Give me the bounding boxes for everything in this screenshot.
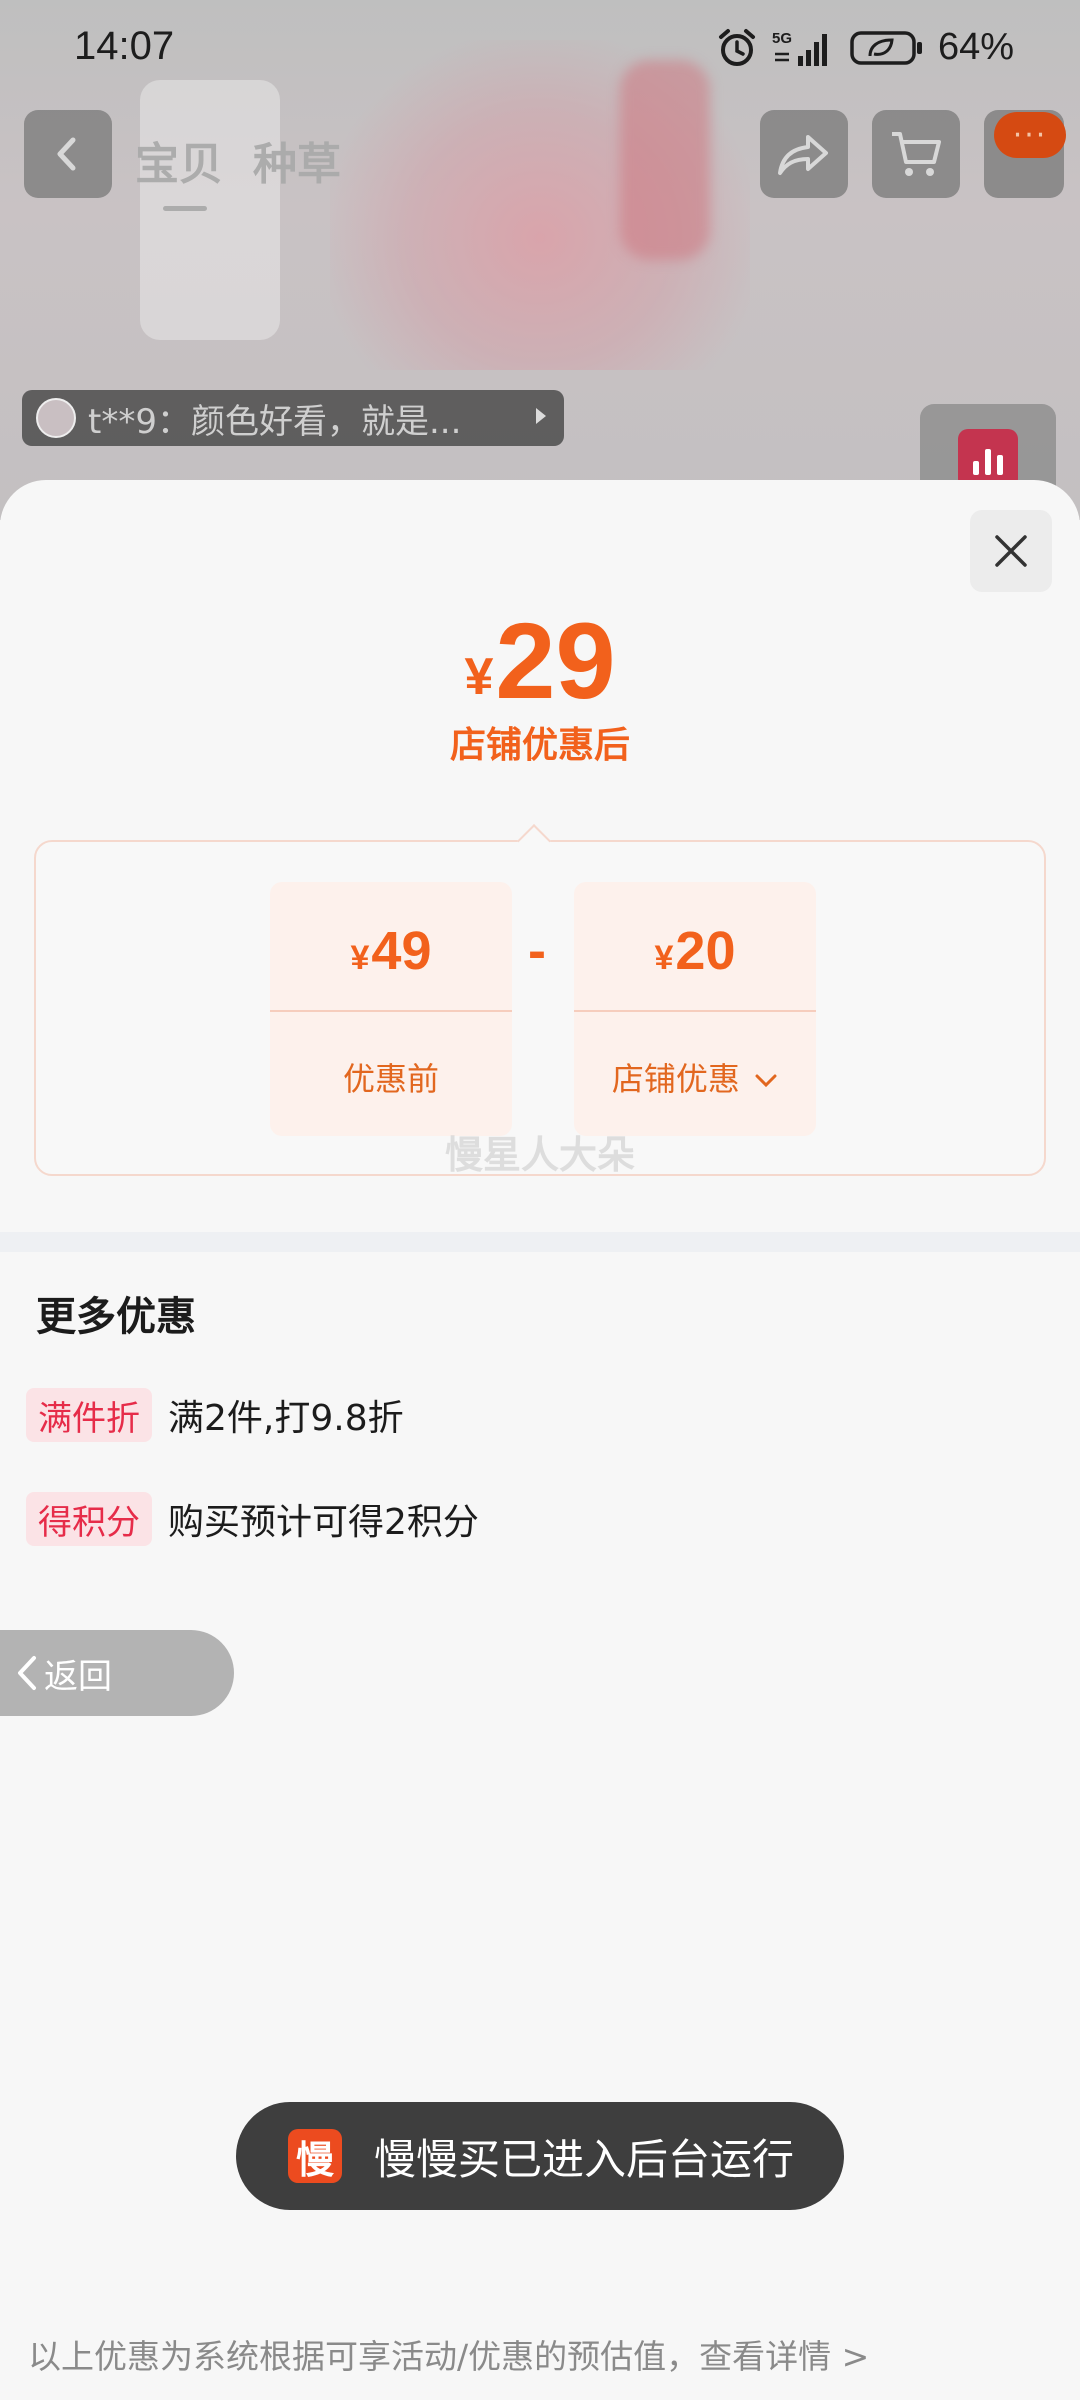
cart-button[interactable]	[872, 110, 960, 198]
battery-eco-icon	[850, 29, 924, 67]
card-divider	[270, 1010, 512, 1012]
product-page-backdrop: 14:07 5G 64% 宝贝 种草 ··· t**9：颜色好看，就是...	[0, 0, 1080, 520]
signal-5g-icon: 5G	[772, 28, 836, 68]
final-price-caption: 店铺优惠后	[449, 725, 630, 766]
comment-ticker[interactable]: t**9：颜色好看，就是...	[22, 390, 564, 446]
currency-symbol: ¥	[654, 939, 674, 977]
currency-symbol: ¥	[464, 648, 494, 706]
chevron-down-icon	[755, 1074, 777, 1088]
status-icons: 5G 64%	[716, 26, 1014, 69]
cart-icon	[892, 132, 941, 176]
avatar	[36, 398, 76, 438]
promo-desc: 购买预计可得2积分	[168, 1502, 479, 1543]
store-discount-card[interactable]: ¥20 店铺优惠	[574, 882, 816, 1136]
original-price-value: 49	[371, 921, 432, 981]
chevron-left-icon	[18, 1656, 36, 1690]
status-bar: 14:07 5G 64%	[0, 0, 1080, 100]
return-label: 返回	[44, 1656, 112, 1697]
promo-desc: 满2件,打9.8折	[168, 1398, 404, 1439]
promo-tag: 满件折	[26, 1388, 152, 1442]
price-detail-sheet: ¥29 店铺优惠后 ¥49 优惠前 - ¥20 店铺优惠 慢星人大朵 更多优惠 …	[0, 480, 1080, 2400]
status-time: 14:07	[74, 24, 175, 68]
store-discount-label-text: 店铺优惠	[611, 1060, 740, 1098]
final-price: ¥29	[0, 598, 1080, 723]
original-price-card: ¥49 优惠前	[270, 882, 512, 1136]
battery-percent: 64%	[937, 26, 1014, 68]
share-icon	[778, 135, 828, 175]
back-icon	[57, 137, 76, 171]
product-navbar: 宝贝 种草	[0, 110, 1080, 211]
tab-zhongcao[interactable]: 种草	[253, 128, 341, 192]
promo-tag: 得积分	[26, 1492, 152, 1546]
watermark: 慢星人大朵	[444, 1133, 635, 1177]
return-button[interactable]: 返回	[0, 1630, 234, 1716]
comment-text: t**9：颜色好看，就是...	[88, 401, 462, 442]
original-price-label: 优惠前	[342, 1060, 439, 1098]
notch-decoration	[517, 824, 551, 858]
promo-item: 得积分 购买预计可得2积分	[26, 1492, 479, 1546]
more-icon[interactable]: ···	[994, 112, 1066, 158]
promo-item: 满件折 满2件,打9.8折	[26, 1388, 404, 1442]
chevron-right-icon	[536, 408, 546, 424]
store-discount-label[interactable]: 店铺优惠	[574, 1054, 816, 1100]
tab-baobei[interactable]: 宝贝	[135, 128, 223, 211]
app-logo-icon: 慢	[288, 2129, 342, 2183]
network-type-label: 5G	[772, 30, 792, 47]
original-price: ¥49	[270, 920, 512, 982]
toast-text: 慢慢买已进入后台运行	[374, 2134, 795, 2184]
minus-operator: -	[528, 921, 546, 981]
background-running-toast: 慢 慢慢买已进入后台运行	[236, 2102, 844, 2210]
section-divider	[0, 1232, 1080, 1252]
currency-symbol: ¥	[350, 939, 370, 977]
close-button[interactable]	[970, 510, 1052, 592]
card-divider	[574, 1010, 816, 1012]
nav-tabs: 宝贝 种草	[135, 128, 341, 211]
alarm-icon	[716, 27, 758, 69]
share-button[interactable]	[760, 110, 848, 198]
estimate-disclaimer-link[interactable]: 以上优惠为系统根据可享活动/优惠的预估值，查看详情 >	[28, 2330, 869, 2378]
store-discount-value: 20	[675, 921, 736, 981]
more-offers-title: 更多优惠	[36, 1294, 196, 1340]
store-discount: ¥20	[574, 920, 816, 982]
final-price-value: 29	[495, 600, 616, 721]
close-icon	[995, 535, 1027, 567]
back-button[interactable]	[24, 110, 112, 198]
